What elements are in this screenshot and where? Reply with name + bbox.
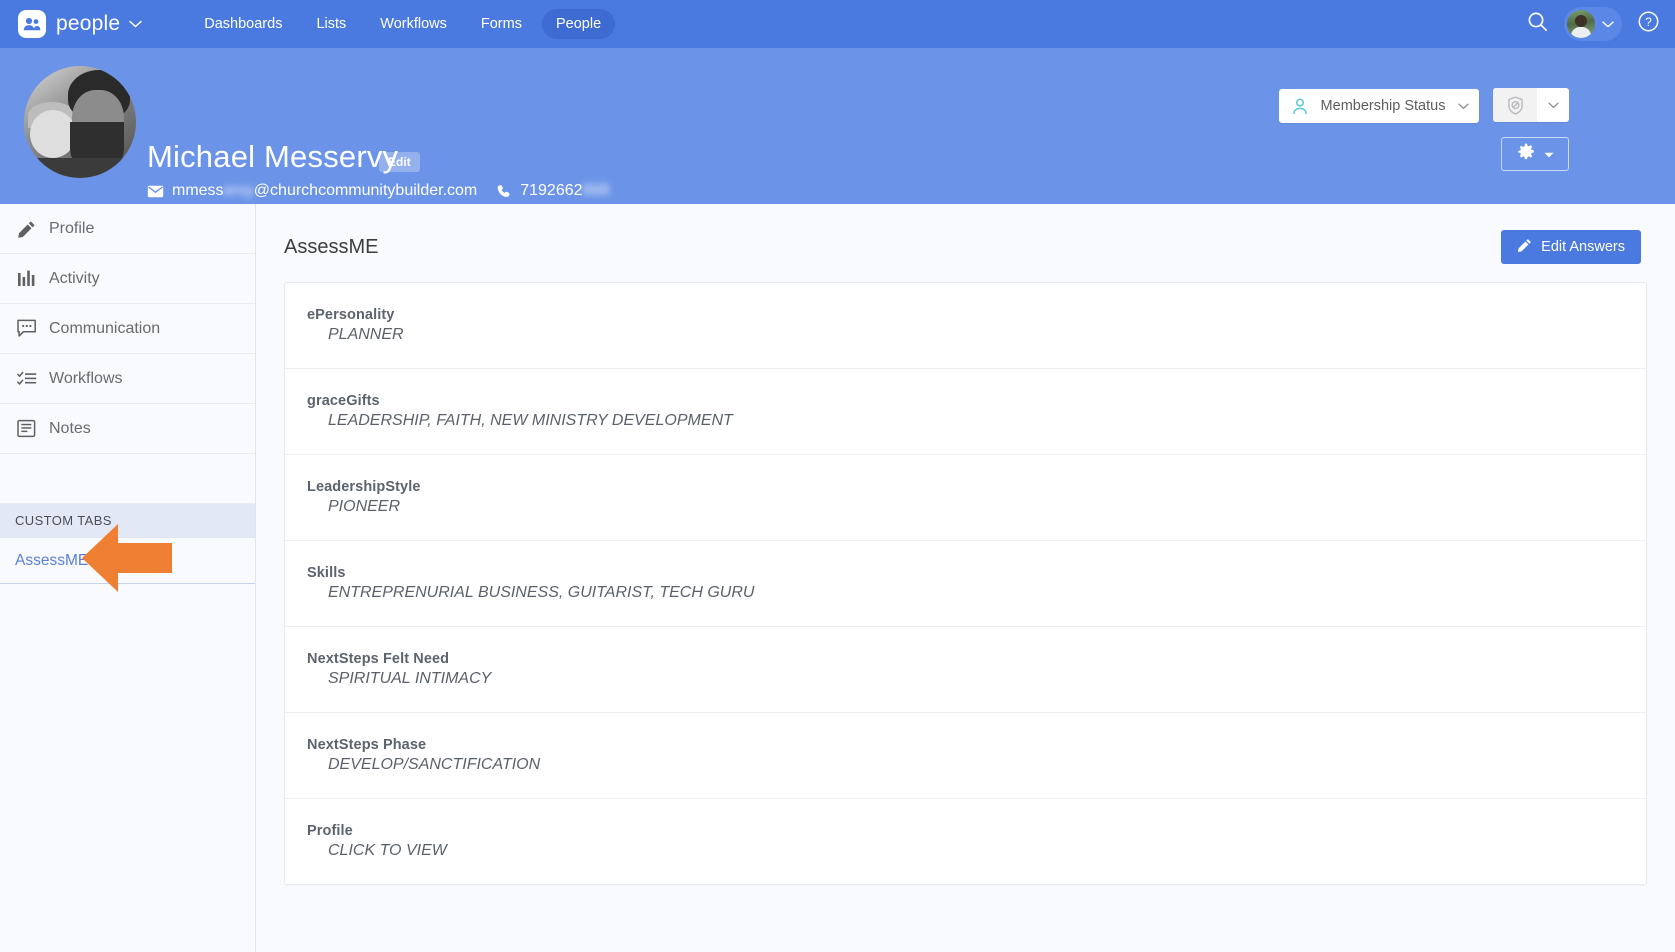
answer-label: NextSteps Felt Need <box>307 651 1646 667</box>
main-content: AssessME Edit Answers ePersonality PLANN… <box>256 204 1675 952</box>
profile-header: Michael Messervy Edit mmesservy@churchco… <box>0 48 1675 204</box>
email-visible-part: mmess <box>172 182 224 200</box>
main-nav-links: Dashboards Lists Workflows Forms People <box>190 9 615 39</box>
answer-row[interactable]: Profile CLICK TO VIEW <box>285 799 1646 884</box>
sidebar-item-label: Communication <box>49 320 160 338</box>
gear-icon <box>1517 143 1535 166</box>
chevron-down-icon <box>1537 102 1569 109</box>
answer-label: graceGifts <box>307 393 1646 409</box>
sidebar-item-communication[interactable]: Communication <box>0 304 255 354</box>
sidebar-item-workflows[interactable]: Workflows <box>0 354 255 404</box>
speech-bubble-icon <box>17 319 49 338</box>
help-circle-icon[interactable]: ? <box>1638 11 1659 37</box>
phone-visible-part: 7192662 <box>520 182 582 200</box>
sidebar-spacer <box>0 454 255 504</box>
email-blurred-part: ervy <box>224 182 254 200</box>
assessme-answers-card: ePersonality PLANNER graceGifts LEADERSH… <box>284 282 1647 885</box>
edit-answers-button[interactable]: Edit Answers <box>1501 230 1641 264</box>
pencil-icon <box>17 220 49 239</box>
chevron-down-icon <box>1449 103 1479 110</box>
membership-status-button[interactable]: Membership Status <box>1279 89 1479 123</box>
answer-value: DEVELOP/SANCTIFICATION <box>328 756 1646 774</box>
answer-row[interactable]: LeadershipStyle PIONEER <box>285 455 1646 541</box>
checklist-icon <box>17 371 49 387</box>
answer-label: LeadershipStyle <box>307 479 1646 495</box>
sidebar-item-activity[interactable]: Activity <box>0 254 255 304</box>
sidebar-item-label: Workflows <box>49 370 123 388</box>
nav-link-lists[interactable]: Lists <box>302 9 360 39</box>
caret-down-icon <box>1544 145 1554 163</box>
header-action-buttons: Membership Status <box>1279 88 1569 123</box>
profile-photo[interactable] <box>24 66 136 178</box>
email-domain-part: @churchcommunitybuilder.com <box>254 182 477 200</box>
topbar-right-actions: ? <box>1527 7 1659 41</box>
people-logo-icon <box>18 10 46 38</box>
chevron-down-icon[interactable] <box>129 15 142 33</box>
nav-link-workflows[interactable]: Workflows <box>366 9 461 39</box>
brand-logo-group[interactable]: people <box>18 10 142 38</box>
blocked-status-button[interactable] <box>1493 88 1569 122</box>
edit-answers-label: Edit Answers <box>1541 239 1625 255</box>
phone-blurred-part: 888 <box>583 182 610 200</box>
sidebar-item-notes[interactable]: Notes <box>0 404 255 454</box>
answer-label: NextSteps Phase <box>307 737 1646 753</box>
svg-text:?: ? <box>1645 15 1652 29</box>
settings-gear-button[interactable] <box>1501 137 1569 171</box>
content-header: AssessME Edit Answers <box>256 204 1675 264</box>
answer-value: PIONEER <box>328 498 1646 516</box>
answer-row[interactable]: graceGifts LEADERSHIP, FAITH, NEW MINIST… <box>285 369 1646 455</box>
answer-label: Profile <box>307 823 1646 839</box>
sidebar-item-profile[interactable]: Profile <box>0 204 255 254</box>
nav-link-dashboards[interactable]: Dashboards <box>190 9 296 39</box>
answer-label: ePersonality <box>307 307 1646 323</box>
phone-icon <box>497 184 512 199</box>
envelope-icon <box>147 185 164 198</box>
answer-value: SPIRITUAL INTIMACY <box>328 670 1646 688</box>
contact-info-row: mmesservy@churchcommunitybuilder.com 719… <box>147 182 609 200</box>
nav-link-people[interactable]: People <box>542 9 615 39</box>
annotation-arrow-icon <box>82 522 172 594</box>
top-navigation-bar: people Dashboards Lists Workflows Forms … <box>0 0 1675 48</box>
answer-value: ENTREPRENURIAL BUSINESS, GUITARIST, TECH… <box>328 584 1646 602</box>
answer-row[interactable]: NextSteps Felt Need SPIRITUAL INTIMACY <box>285 627 1646 713</box>
email-contact[interactable]: mmesservy@churchcommunitybuilder.com <box>147 182 477 200</box>
sidebar-item-label: Activity <box>49 270 100 288</box>
sidebar-item-label: Notes <box>49 420 91 438</box>
avatar <box>1567 10 1595 38</box>
person-outline-icon <box>1279 98 1321 115</box>
edit-name-button[interactable]: Edit <box>379 152 420 172</box>
pencil-icon <box>1517 238 1532 257</box>
answer-value: LEADERSHIP, FAITH, NEW MINISTRY DEVELOPM… <box>328 412 1646 430</box>
answer-row[interactable]: ePersonality PLANNER <box>285 283 1646 369</box>
answer-row[interactable]: NextSteps Phase DEVELOP/SANCTIFICATION <box>285 713 1646 799</box>
sidebar-item-label: Profile <box>49 220 94 238</box>
chevron-down-icon <box>1602 15 1614 33</box>
phone-contact[interactable]: 7192662888 <box>497 182 609 200</box>
search-icon[interactable] <box>1527 11 1548 37</box>
user-avatar-menu[interactable] <box>1564 7 1622 41</box>
membership-status-label: Membership Status <box>1321 98 1449 114</box>
blocked-shield-icon <box>1493 88 1537 122</box>
answer-value: CLICK TO VIEW <box>328 842 1646 860</box>
answer-label: Skills <box>307 565 1646 581</box>
page-title: Michael Messervy <box>147 139 398 175</box>
bar-chart-icon <box>17 270 49 287</box>
note-icon <box>17 419 49 438</box>
brand-name: people <box>56 12 120 36</box>
answer-value: PLANNER <box>328 326 1646 344</box>
answer-row[interactable]: Skills ENTREPRENURIAL BUSINESS, GUITARIS… <box>285 541 1646 627</box>
content-title: AssessME <box>284 236 378 259</box>
nav-link-forms[interactable]: Forms <box>467 9 536 39</box>
